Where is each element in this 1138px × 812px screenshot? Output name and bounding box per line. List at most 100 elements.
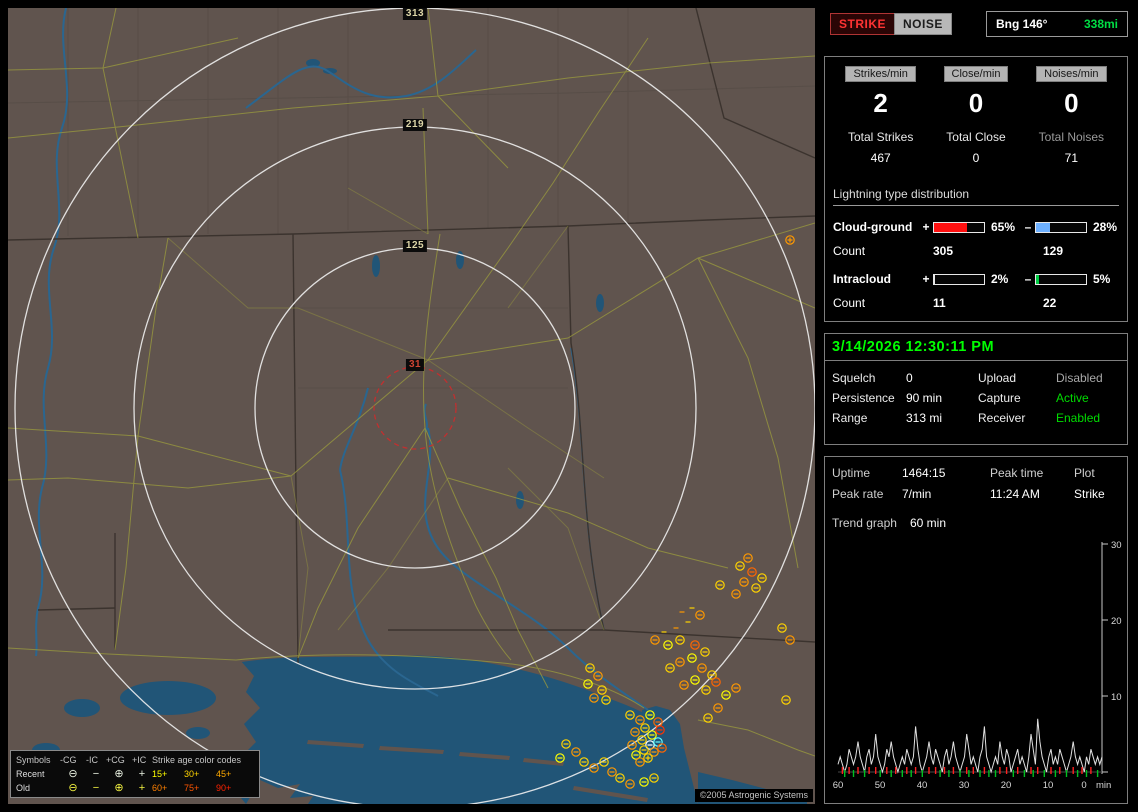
legend-row-label: Old bbox=[16, 783, 31, 793]
pos-cg-icon: ⊕ bbox=[114, 781, 124, 794]
bearing-distance: 338mi bbox=[1083, 17, 1118, 31]
ic-negative-bar bbox=[1035, 273, 1087, 285]
x-tick-label: 20 bbox=[1001, 780, 1012, 791]
plot-value: Strike bbox=[1074, 487, 1105, 501]
status-row: Range 313 mi Receiver Enabled bbox=[832, 408, 1120, 428]
range-ring-label: 313 bbox=[402, 8, 428, 20]
pos-cg-icon: ⊕ bbox=[114, 767, 124, 780]
ic-negative-percent: 5% bbox=[1093, 272, 1111, 286]
rate-columns: Strikes/min 2 Total Strikes 467 Close/mi… bbox=[833, 66, 1119, 165]
squelch-label: Squelch bbox=[832, 371, 876, 385]
legend-type-header: +IC bbox=[132, 755, 147, 765]
pos-ic-icon: + bbox=[138, 781, 146, 794]
total-close-label: Total Close bbox=[946, 130, 1006, 144]
age-code: 75+ bbox=[184, 783, 200, 793]
peak-time-value: 11:24 AM bbox=[990, 487, 1040, 501]
x-tick-label: 60 bbox=[833, 780, 844, 791]
trend-graph-row: Trend graph 60 min bbox=[832, 513, 1123, 534]
distribution-row-label: Intracloud bbox=[833, 272, 892, 286]
age-code: 60+ bbox=[152, 783, 168, 793]
total-noises-value: 71 bbox=[1064, 151, 1078, 165]
total-strikes-label: Total Strikes bbox=[847, 130, 914, 144]
neg-cg-icon: ⊖ bbox=[68, 781, 78, 794]
close-rate-column: Close/min 0 Total Close 0 bbox=[928, 66, 1023, 165]
total-noises-label: Total Noises bbox=[1038, 130, 1105, 144]
capture-status: Active bbox=[1056, 391, 1089, 405]
legend-type-header: -CG bbox=[60, 755, 77, 765]
plus-polarity-sign: + bbox=[922, 220, 930, 234]
legend-row-label: Recent bbox=[16, 769, 45, 779]
count-label: Count bbox=[833, 244, 866, 258]
strikes-per-min-value: 2 bbox=[873, 88, 888, 118]
cg-negative-bar bbox=[1035, 221, 1087, 233]
ic-positive-count: 11 bbox=[933, 296, 946, 310]
legend-age-header: Strike age color codes bbox=[152, 755, 242, 765]
cg-positive-count: 305 bbox=[933, 244, 954, 258]
neg-ic-icon: − bbox=[92, 767, 100, 780]
minus-polarity-sign: – bbox=[1024, 272, 1032, 286]
noise-button[interactable]: NOISE bbox=[894, 13, 952, 35]
x-tick-label: 50 bbox=[875, 780, 886, 791]
persistence-label: Persistence bbox=[832, 391, 895, 405]
display-mode-bar: STRIKE NOISE Bng 146° 338mi bbox=[824, 10, 1128, 40]
distribution-row-label: Cloud-ground bbox=[833, 220, 913, 234]
peak-time-label: Peak time bbox=[990, 466, 1044, 480]
status-row: Squelch 0 Upload Disabled bbox=[832, 368, 1120, 388]
datetime-display: 3/14/2026 12:30:11 PM bbox=[825, 334, 1127, 361]
range-ring-label: 125 bbox=[402, 240, 428, 252]
uptime-label: Uptime bbox=[832, 466, 871, 480]
intracloud-row: Intracloud + 2% – 5% bbox=[833, 272, 1119, 286]
ic-negative-count: 22 bbox=[1043, 296, 1057, 310]
sidebar: STRIKE NOISE Bng 146° 338mi Strikes/min … bbox=[822, 0, 1134, 812]
y-tick-label: 10 bbox=[1111, 692, 1122, 703]
legend-symbols-header: Symbols bbox=[16, 755, 51, 765]
range-label: Range bbox=[832, 411, 868, 425]
receiver-label: Receiver bbox=[978, 411, 1026, 425]
lightning-map[interactable]: 313 219 125 31 Symbols -CG -IC +CG +IC S… bbox=[8, 8, 815, 804]
age-code: 90+ bbox=[216, 783, 232, 793]
persistence-value: 90 min bbox=[906, 391, 943, 405]
upload-label: Upload bbox=[978, 371, 1017, 385]
range-value: 313 mi bbox=[906, 411, 943, 425]
uptime-row: Uptime 1464:15 Peak time Plot bbox=[832, 463, 1123, 484]
total-strikes-value: 467 bbox=[870, 151, 891, 165]
strikes-per-min-header[interactable]: Strikes/min bbox=[845, 66, 916, 82]
cloud-ground-row: Cloud-ground + 65% – 28% bbox=[833, 220, 1119, 234]
strike-button[interactable]: STRIKE bbox=[830, 13, 896, 35]
x-axis-unit: min bbox=[1096, 780, 1111, 791]
peak-rate-value: 7/min bbox=[902, 487, 932, 501]
y-tick-label: 20 bbox=[1111, 616, 1122, 627]
x-tick-label: 10 bbox=[1043, 780, 1054, 791]
peak-rate-label: Peak rate bbox=[832, 487, 884, 501]
bearing-display: Bng 146° 338mi bbox=[986, 11, 1128, 37]
trend-graph: 30 20 10 60 50 40 30 20 10 0 min bbox=[833, 540, 1122, 791]
receiver-status: Enabled bbox=[1056, 411, 1101, 425]
pos-ic-icon: + bbox=[138, 767, 146, 780]
ic-positive-bar bbox=[933, 273, 985, 285]
legend-type-header: +CG bbox=[106, 755, 125, 765]
minus-polarity-sign: – bbox=[1024, 220, 1032, 234]
cg-positive-percent: 65% bbox=[991, 220, 1016, 234]
copyright-notice: ©2005 Astrogenic Systems bbox=[694, 789, 813, 802]
trend-graph-label: Trend graph bbox=[832, 516, 897, 530]
trend-plot-line bbox=[837, 718, 1103, 774]
noises-per-min-header[interactable]: Noises/min bbox=[1036, 66, 1107, 82]
y-tick-label: 30 bbox=[1111, 540, 1122, 551]
x-tick-label: 40 bbox=[917, 780, 928, 791]
upload-status: Disabled bbox=[1056, 371, 1103, 385]
cg-negative-count: 129 bbox=[1043, 244, 1064, 258]
close-per-min-header[interactable]: Close/min bbox=[943, 66, 1009, 82]
cg-negative-percent: 28% bbox=[1093, 220, 1118, 234]
ic-positive-percent: 2% bbox=[991, 272, 1009, 286]
strikes-rate-column: Strikes/min 2 Total Strikes 467 bbox=[833, 66, 928, 165]
peak-rate-row: Peak rate 7/min 11:24 AM Strike bbox=[832, 484, 1123, 505]
squelch-value: 0 bbox=[906, 371, 913, 385]
distribution-title: Lightning type distribution bbox=[833, 187, 1119, 206]
neg-ic-icon: − bbox=[92, 781, 100, 794]
neg-cg-icon: ⊖ bbox=[68, 767, 78, 780]
status-panel: 3/14/2026 12:30:11 PM Squelch 0 Upload D… bbox=[824, 333, 1128, 445]
legend-type-header: -IC bbox=[86, 755, 98, 765]
noises-rate-column: Noises/min 0 Total Noises 71 bbox=[1024, 66, 1119, 165]
total-close-value: 0 bbox=[972, 151, 980, 165]
count-label: Count bbox=[833, 296, 866, 310]
